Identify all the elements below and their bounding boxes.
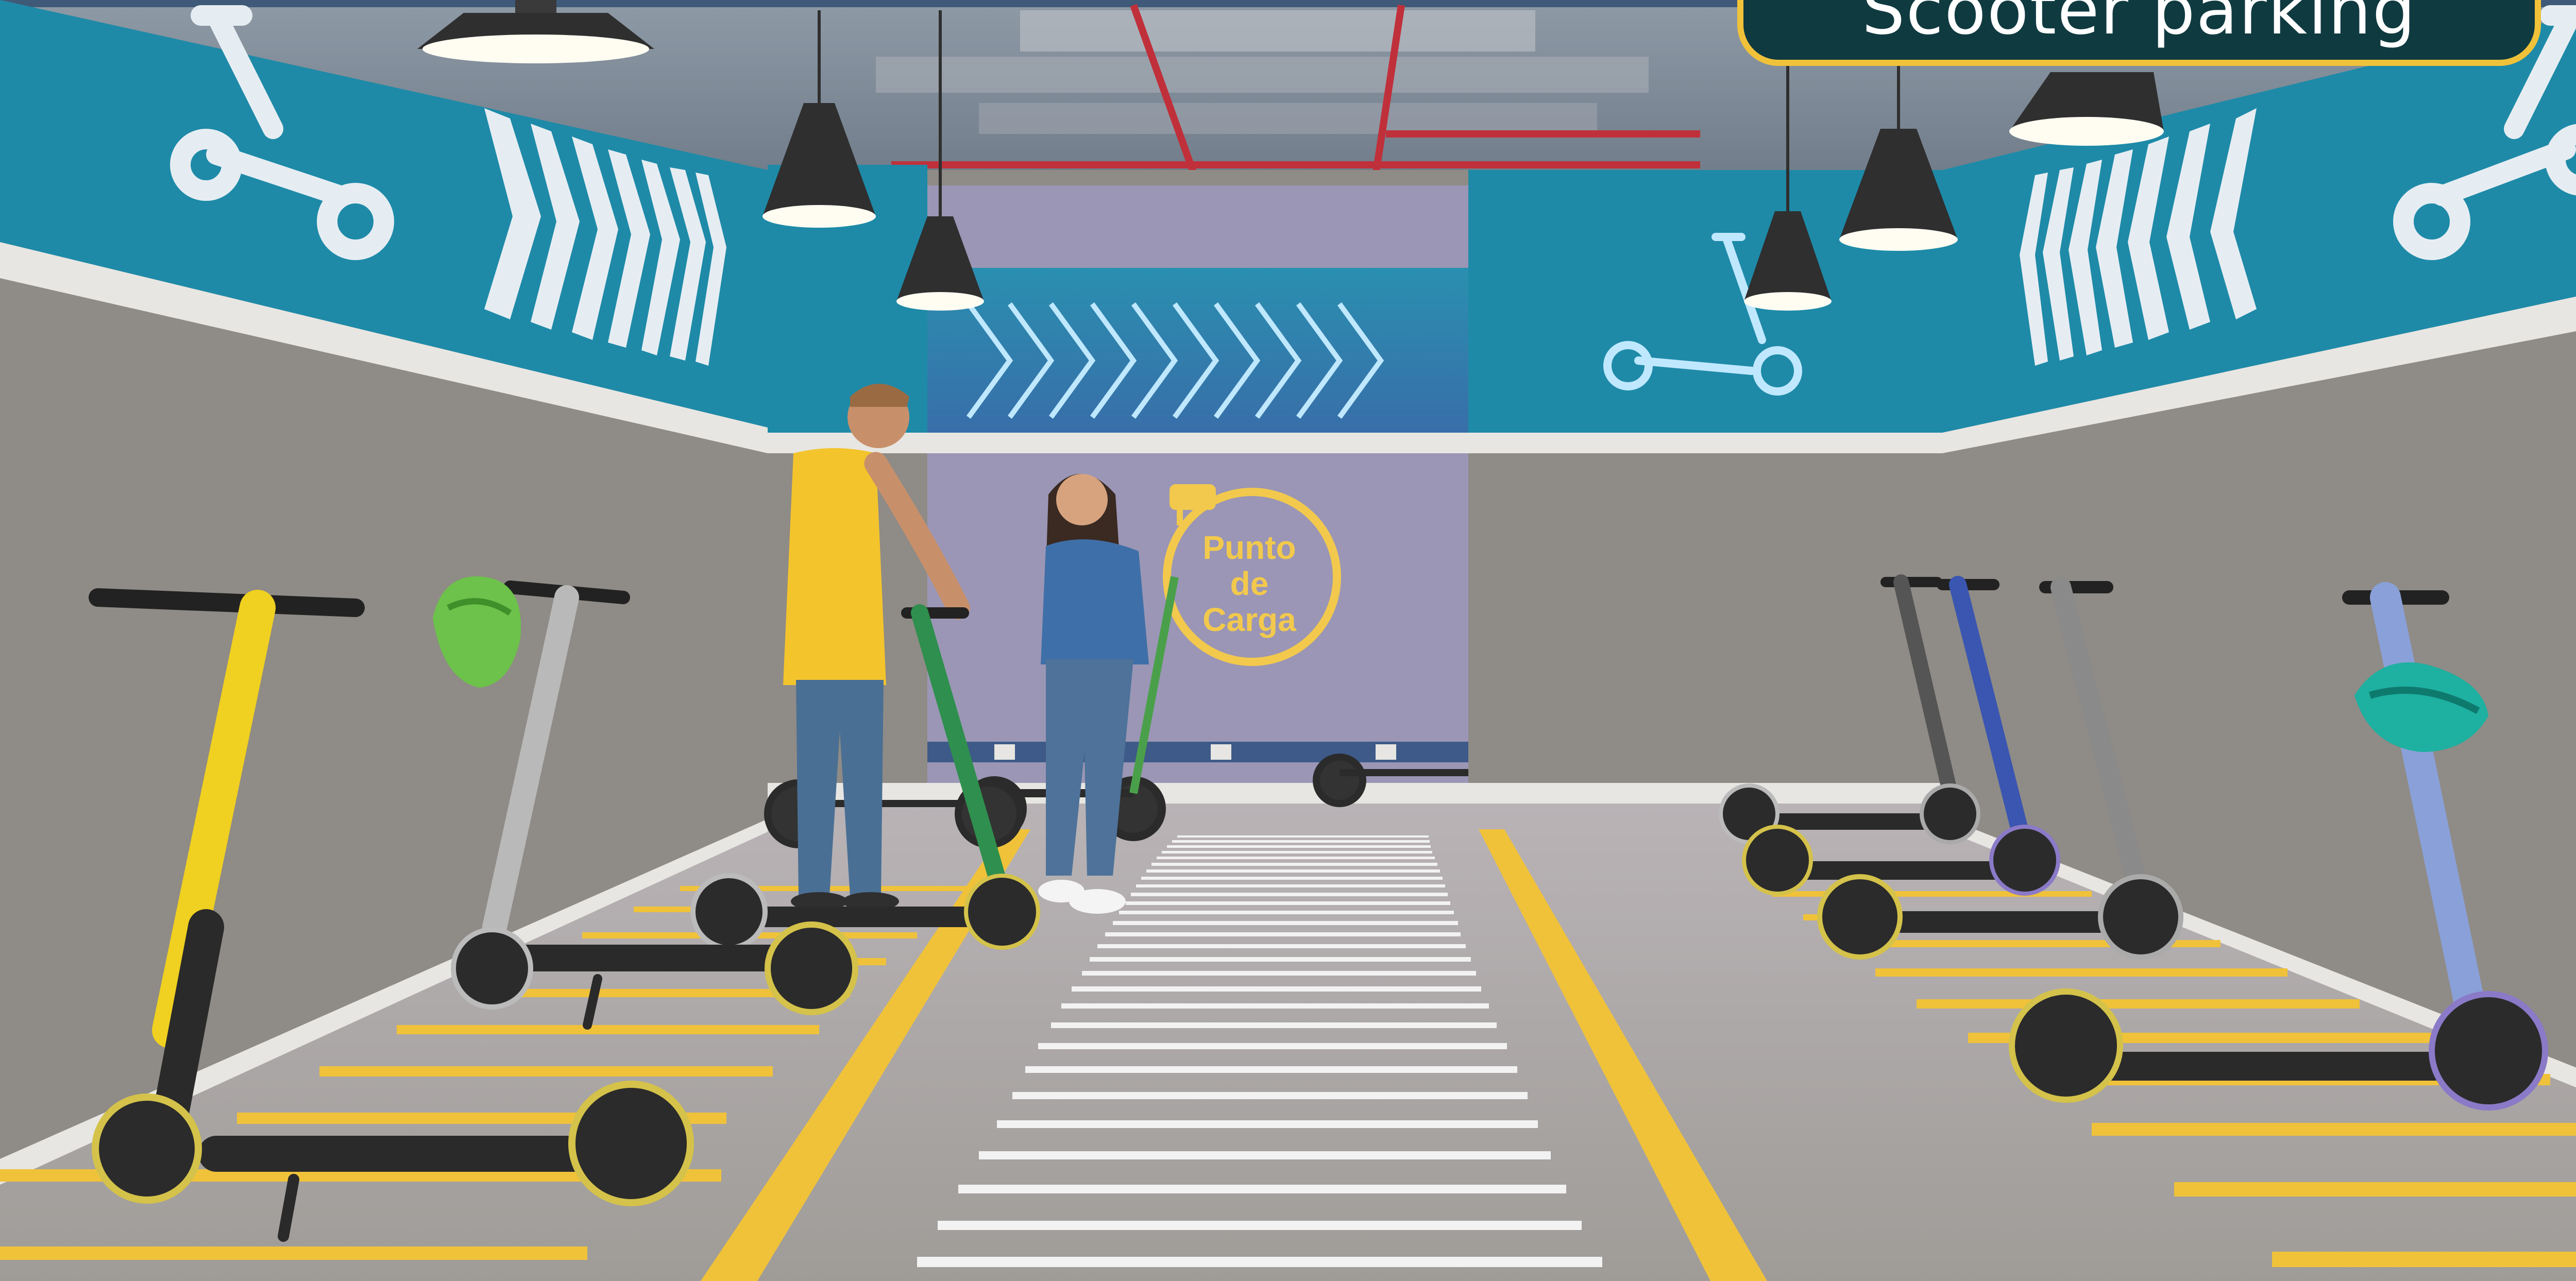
title-badge: Scooter parking bbox=[1737, 0, 2541, 66]
parking-scene: Punto de Carga bbox=[0, 0, 2576, 1281]
charging-sign-line2: de bbox=[1230, 565, 1269, 602]
charging-sign-line3: Carga bbox=[1202, 601, 1296, 638]
page-title: Scooter parking bbox=[1861, 0, 2417, 50]
charging-sign-line1: Punto bbox=[1202, 529, 1296, 566]
